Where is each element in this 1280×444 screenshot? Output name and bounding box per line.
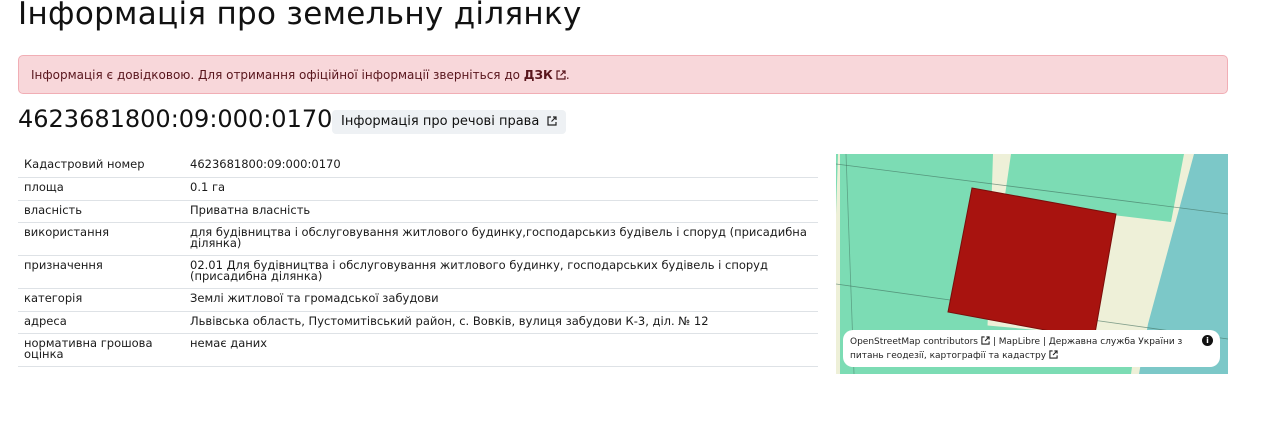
parcel-info-table: Кадастровий номер 4623681800:09:000:0170… [18,155,818,367]
cadastral-number-heading: 4623681800:09:000:0170 [18,105,333,133]
attrib-separator: | [1040,337,1049,347]
row-label: використання [24,225,110,239]
property-rights-button[interactable]: Інформація про речові права [332,110,567,134]
map-attribution: OpenStreetMap contributors | MapLibre | … [843,330,1220,367]
table-row: площа 0.1 га [18,178,818,200]
dzk-link[interactable]: ДЗК [524,68,566,82]
row-label: площа [24,180,64,194]
external-link-icon [556,69,566,83]
row-value: 02.01 Для будівництва і обслуговування ж… [190,258,768,283]
osm-link[interactable]: OpenStreetMap contributors [850,337,978,347]
table-row: категорія Землі житлової та громадської … [18,289,818,311]
row-label: адреса [24,313,67,328]
subject-parcel[interactable] [947,187,1117,340]
row-label: категорія [24,291,83,305]
maplibre-link[interactable]: MapLibre [999,337,1040,347]
row-label: власність [24,202,83,217]
table-row: Кадастровий номер 4623681800:09:000:0170 [18,155,818,178]
row-value: 0.1 га [190,180,226,194]
row-value: 4623681800:09:000:0170 [190,157,341,171]
alert-text: Інформація є довідковою. Для отримання о… [31,68,524,82]
row-label: Кадастровий номер [24,157,145,171]
row-label: призначення [24,258,103,272]
external-link-icon [1049,350,1058,359]
row-value: Львівська область, Пустомитівський район… [190,313,709,328]
alert-suffix: . [565,68,570,82]
table-row: призначення 02.01 Для будівництва і обсл… [18,256,818,289]
table-row: нормативна грошова оцінка немає даних [18,334,818,367]
row-value: Землі житлової та громадської забудови [190,291,439,305]
row-label: нормативна грошова оцінка [24,336,153,361]
table-row: використання для будівництва і обслугову… [18,223,818,256]
row-value: для будівництва і обслуговування житлово… [190,225,807,250]
table-row: адреса Львівська область, Пустомитівськи… [18,311,818,334]
page-title: Інформація про земельну ділянку [18,0,582,32]
attrib-separator: | [989,337,999,347]
parcel-map[interactable]: OpenStreetMap contributors | MapLibre | … [836,154,1228,374]
property-rights-button-label: Інформація про речові права [341,114,540,129]
table-row: власність Приватна власність [18,200,818,223]
dzk-link-label: ДЗК [523,68,553,82]
row-value: Приватна власність [190,202,311,217]
attribution-info-icon[interactable]: i [1202,335,1213,346]
external-link-icon [981,336,990,345]
row-value: немає даних [190,336,268,350]
external-link-icon [547,115,557,130]
reference-info-alert: Інформація є довідковою. Для отримання о… [18,55,1228,94]
